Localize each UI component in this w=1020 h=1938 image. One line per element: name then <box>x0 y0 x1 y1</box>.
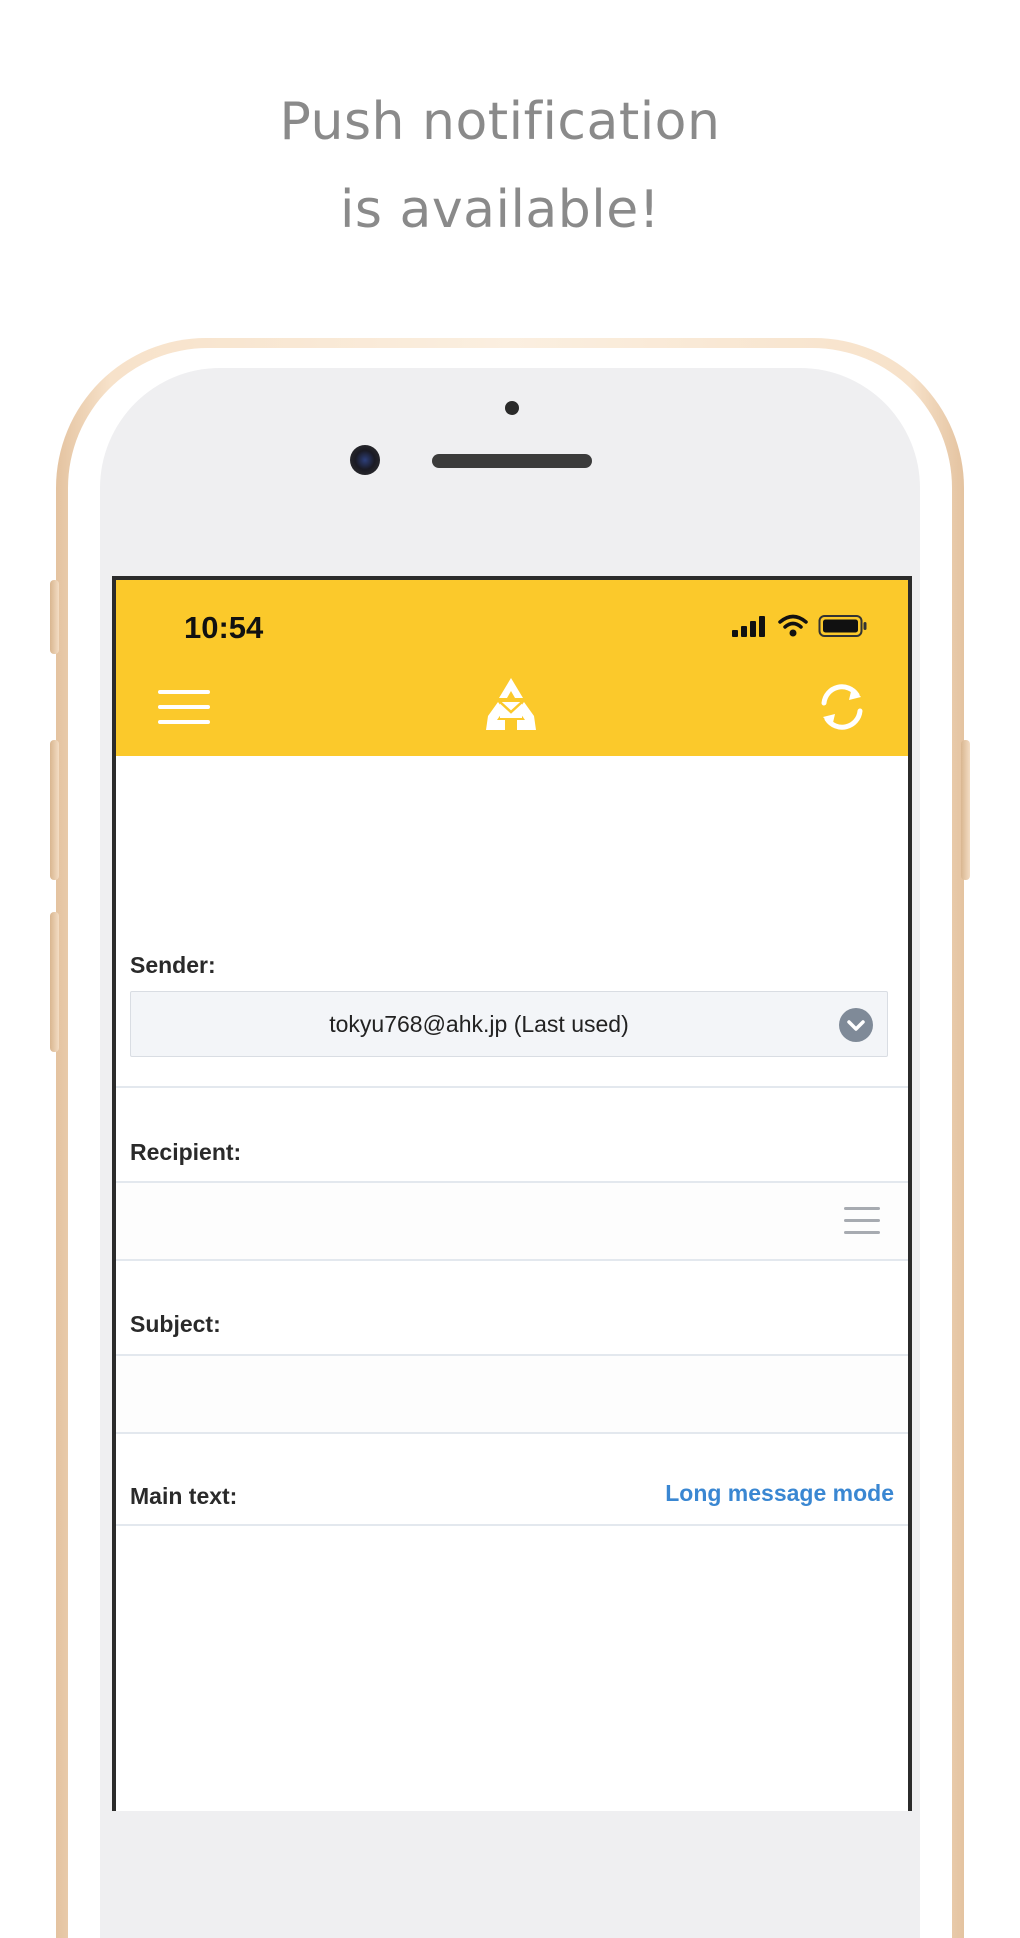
promo-line-1: Push notification <box>279 92 721 152</box>
sender-select[interactable]: tokyu768@ahk.jp (Last used) <box>130 991 888 1057</box>
menu-button[interactable] <box>154 682 214 732</box>
recipient-label: Recipient: <box>130 1139 242 1165</box>
divider <box>116 1086 908 1088</box>
phone-power-button <box>961 740 970 880</box>
divider <box>116 1259 908 1261</box>
address-list-icon[interactable] <box>844 1205 880 1237</box>
proximity-sensor <box>505 401 519 415</box>
battery-icon <box>818 615 867 637</box>
refresh-icon <box>821 684 863 730</box>
chevron-down-icon[interactable] <box>839 1008 873 1042</box>
wifi-icon <box>778 614 808 637</box>
subject-label: Subject: <box>130 1311 221 1337</box>
earpiece-speaker <box>432 454 592 468</box>
recipient-input[interactable] <box>116 1183 908 1259</box>
front-camera <box>350 445 380 475</box>
subject-input[interactable] <box>116 1356 908 1432</box>
divider <box>116 1432 908 1434</box>
phone-mute-switch <box>50 580 59 654</box>
refresh-button[interactable] <box>812 682 872 732</box>
hamburger-menu-icon <box>158 690 210 724</box>
sender-value: tokyu768@ahk.jp (Last used) <box>329 1011 629 1037</box>
app-header: 10:54 <box>116 580 908 756</box>
sender-label: Sender: <box>130 952 216 978</box>
phone-volume-down-button <box>50 912 59 1052</box>
phone-volume-up-button <box>50 740 59 880</box>
phone-screen: 10:54 Sender: tokyu768@ahk.jp (Last used… <box>112 576 912 1811</box>
promo-headline: Push notification is available! <box>0 78 1000 254</box>
cellular-signal-icon <box>732 616 765 637</box>
main-text-area[interactable] <box>116 1526 908 1811</box>
recycle-mail-logo-icon <box>486 678 536 730</box>
long-message-mode-link[interactable]: Long message mode <box>665 1480 894 1507</box>
main-text-label: Main text: <box>130 1483 238 1509</box>
status-time: 10:54 <box>184 610 264 645</box>
promo-line-2: is available! <box>339 180 661 240</box>
app-logo[interactable] <box>478 674 544 740</box>
status-icons <box>732 610 868 642</box>
